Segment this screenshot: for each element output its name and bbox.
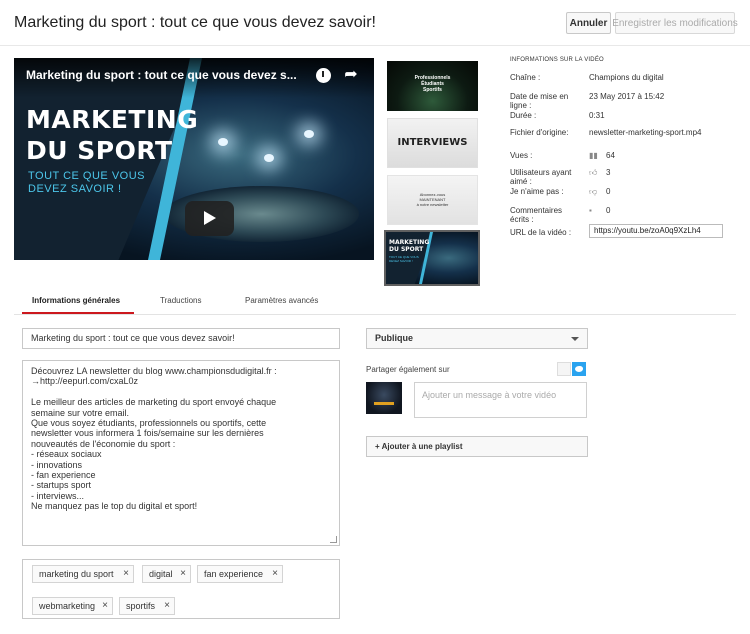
comments-value: 0 xyxy=(606,206,611,215)
tag-chip[interactable]: sportifs × xyxy=(119,597,175,615)
active-tab-indicator xyxy=(22,312,134,314)
remove-tag-icon[interactable]: × xyxy=(123,566,129,582)
header-divider xyxy=(0,45,750,46)
video-headline: MARKETING DU SPORT xyxy=(26,105,199,165)
thumbs-down-icon: 👎︎ xyxy=(589,187,598,196)
share-toggle-checkbox[interactable] xyxy=(557,362,571,376)
dislikes-value: 0 xyxy=(606,187,611,196)
play-button-icon[interactable] xyxy=(185,201,234,236)
twitter-icon[interactable] xyxy=(572,362,586,376)
duration-value: 0:31 xyxy=(589,111,605,120)
remove-tag-icon[interactable]: × xyxy=(164,598,170,614)
source-file-label: Fichier d'origine: xyxy=(510,128,569,137)
share-also-label: Partager également sur xyxy=(366,365,450,374)
dislikes-label: Je n'aime pas : xyxy=(510,187,564,196)
video-url-field[interactable]: https://youtu.be/zoA0q9XzLh4 xyxy=(589,224,723,238)
thumbnail-option-1[interactable]: Professionnels Étudiants Sportifs xyxy=(387,61,478,111)
save-changes-button[interactable]: Enregistrer les modifications xyxy=(612,12,738,34)
thumbnail-option-3[interactable]: Abonnez-vous MAINTENANT à notre newslett… xyxy=(387,175,478,225)
video-info-heading: INFORMATIONS SUR LA VIDÉO xyxy=(510,57,604,63)
views-label: Vues : xyxy=(510,151,533,160)
video-url-label: URL de la vidéo : xyxy=(510,228,572,237)
tag-chip[interactable]: digital × xyxy=(142,565,191,583)
duration-label: Durée : xyxy=(510,111,537,120)
thumbnail-option-2[interactable]: INTERVIEWS xyxy=(387,118,478,168)
share-arrow-icon[interactable]: ➦ xyxy=(342,66,360,84)
comments-label: Commentaires écrits : xyxy=(510,206,563,224)
video-subline: TOUT CE QUE VOUS DEVEZ SAVOIR ! xyxy=(28,170,146,195)
player-overlay-title[interactable]: Marketing du sport : tout ce que vous de… xyxy=(26,68,297,82)
tag-chip[interactable]: webmarketing × xyxy=(32,597,113,615)
chevron-down-icon xyxy=(571,337,579,341)
thumbs-up-icon: 👍︎ xyxy=(589,168,598,177)
watch-later-clock-icon[interactable] xyxy=(316,68,331,83)
remove-tag-icon[interactable]: × xyxy=(180,566,186,582)
remove-tag-icon[interactable]: × xyxy=(272,566,278,582)
resize-handle-icon[interactable] xyxy=(330,536,337,543)
floodlight xyxy=(304,130,314,138)
tags-field[interactable]: marketing du sport × digital × fan experie… xyxy=(22,559,340,619)
tag-chip[interactable]: fan experience × xyxy=(197,565,283,583)
channel-label: Chaîne : xyxy=(510,73,541,82)
bar-chart-icon: ▮▮ xyxy=(589,151,598,160)
floodlight xyxy=(264,154,274,162)
video-player[interactable]: Marketing du sport : tout ce que vous de… xyxy=(14,58,374,260)
tab-advanced-settings[interactable]: Paramètres avancés xyxy=(245,296,318,305)
video-description-textarea[interactable]: Découvrez LA newsletter du blog www.cham… xyxy=(22,360,340,546)
tab-general-info[interactable]: Informations générales xyxy=(32,296,120,305)
tabs-divider xyxy=(14,314,736,315)
page-title: Marketing du sport : tout ce que vous de… xyxy=(14,14,376,31)
floodlight xyxy=(218,138,228,146)
comment-bubble-icon: ▪ xyxy=(589,206,592,215)
thumbnail-option-4-selected[interactable]: MARKETING DU SPORT TOUT CE QUE VOUS DEVE… xyxy=(384,230,480,286)
tag-chip[interactable]: marketing du sport × xyxy=(32,565,134,583)
share-message-input[interactable]: Ajouter un message à votre vidéo xyxy=(414,382,587,418)
cancel-button[interactable]: Annuler xyxy=(566,12,611,34)
source-file-value: newsletter-marketing-sport.mp4 xyxy=(589,128,702,137)
likes-label: Utilisateurs ayant aimé : xyxy=(510,168,572,186)
video-title-input[interactable]: Marketing du sport : tout ce que vous de… xyxy=(22,328,340,349)
upload-date-value: 23 May 2017 à 15:42 xyxy=(589,92,665,101)
upload-date-label: Date de mise en ligne : xyxy=(510,92,569,110)
channel-avatar xyxy=(366,382,402,414)
privacy-select[interactable]: Publique xyxy=(366,328,588,349)
likes-value: 3 xyxy=(606,168,611,177)
remove-tag-icon[interactable]: × xyxy=(102,598,108,614)
add-to-playlist-button[interactable]: + Ajouter à une playlist xyxy=(366,436,588,457)
views-value: 64 xyxy=(606,151,615,160)
tab-translations[interactable]: Traductions xyxy=(160,296,202,305)
channel-value: Champions du digital xyxy=(589,73,664,82)
